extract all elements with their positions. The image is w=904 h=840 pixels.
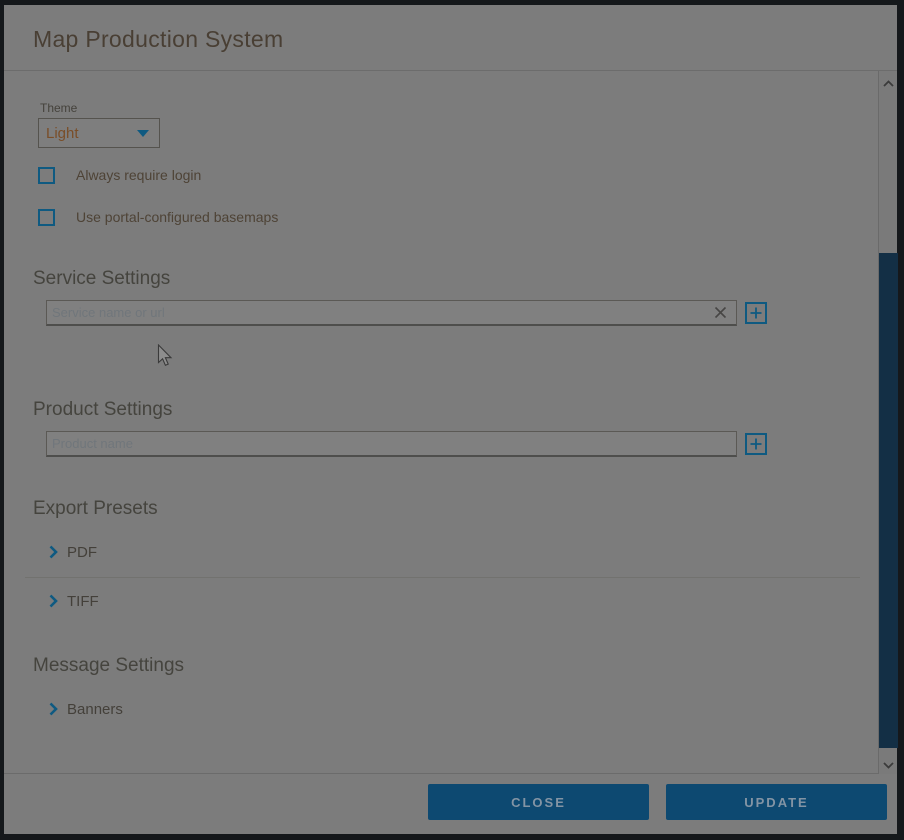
product-name-input[interactable] xyxy=(46,431,737,457)
section-heading-product-settings: Product Settings xyxy=(33,399,172,421)
section-heading-message-settings: Message Settings xyxy=(33,655,184,677)
scroll-up-icon[interactable] xyxy=(879,75,897,91)
checkbox-label: Use portal-configured basemaps xyxy=(76,209,278,225)
clear-icon[interactable] xyxy=(713,305,728,320)
section-heading-export-presets: Export Presets xyxy=(33,498,158,520)
checkbox-unchecked[interactable] xyxy=(38,209,55,226)
product-input-wrap xyxy=(46,431,737,457)
checkbox-row-always-require-login[interactable]: Always require login xyxy=(38,166,201,184)
scroll-down-icon[interactable] xyxy=(879,757,897,773)
add-product-button[interactable] xyxy=(745,433,767,455)
vertical-scrollbar[interactable] xyxy=(878,71,897,774)
theme-label: Theme xyxy=(40,101,77,115)
service-input-wrap xyxy=(46,300,737,326)
plus-icon xyxy=(750,438,762,450)
chevron-right-icon xyxy=(49,545,58,559)
close-button[interactable]: CLOSE xyxy=(428,784,649,820)
section-heading-service-settings: Service Settings xyxy=(33,268,170,290)
update-button[interactable]: UPDATE xyxy=(666,784,887,820)
footer-divider xyxy=(4,773,897,774)
theme-select-value: Light xyxy=(46,125,137,142)
expandable-row-tiff[interactable]: TIFF xyxy=(49,591,99,611)
checkbox-unchecked[interactable] xyxy=(38,167,55,184)
chevron-right-icon xyxy=(49,594,58,608)
row-divider xyxy=(25,577,860,578)
screen: Map Production System Theme Light Always… xyxy=(0,0,904,840)
row-label: Banners xyxy=(67,701,123,718)
scrollbar-thumb[interactable] xyxy=(879,253,898,748)
row-label: TIFF xyxy=(67,593,99,610)
service-name-input[interactable] xyxy=(46,300,737,326)
checkbox-label: Always require login xyxy=(76,167,201,183)
checkbox-row-portal-basemaps[interactable]: Use portal-configured basemaps xyxy=(38,208,278,226)
add-service-button[interactable] xyxy=(745,302,767,324)
chevron-down-icon xyxy=(137,130,149,137)
expandable-row-pdf[interactable]: PDF xyxy=(49,542,97,562)
row-label: PDF xyxy=(67,544,97,561)
header-divider xyxy=(4,70,897,71)
expandable-row-banners[interactable]: Banners xyxy=(49,699,123,719)
chevron-right-icon xyxy=(49,702,58,716)
plus-icon xyxy=(750,307,762,319)
dialog-title: Map Production System xyxy=(33,26,283,53)
theme-select[interactable]: Light xyxy=(38,118,160,148)
